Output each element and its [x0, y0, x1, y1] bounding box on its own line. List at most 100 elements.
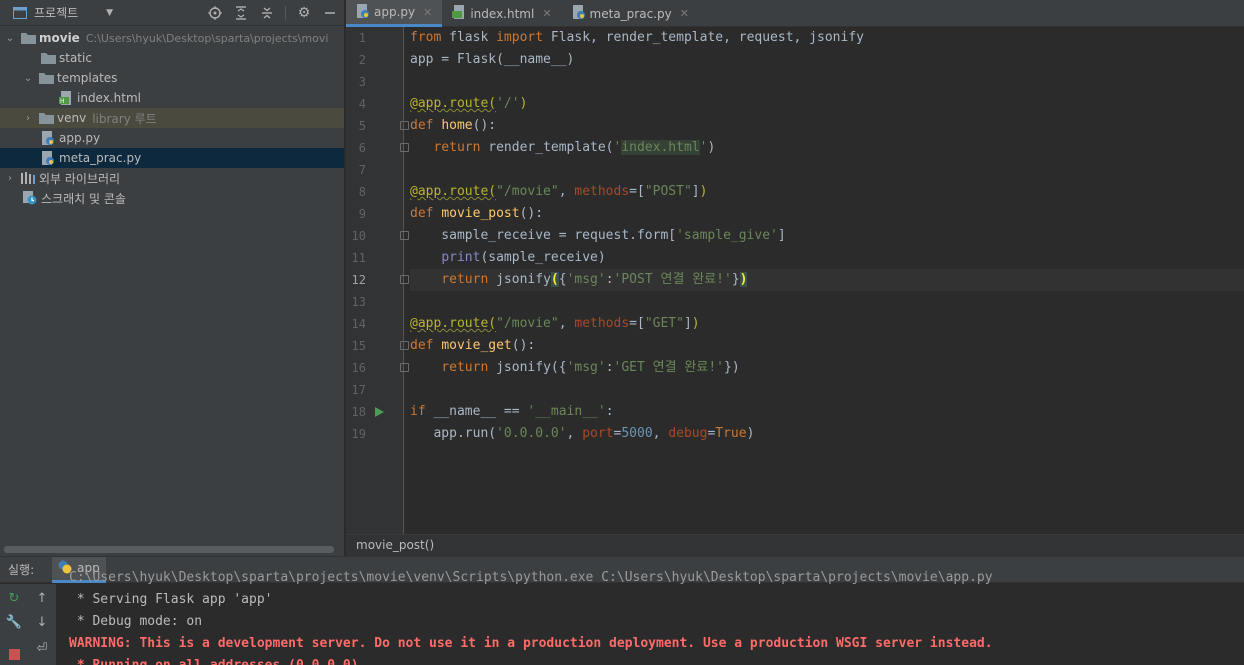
tree-item-movie[interactable]: ⌄ movie C:\Users\hyuk\Desktop\sparta\pro… [0, 28, 344, 48]
code-editor[interactable]: 1 2 3 4 5 6 7 8 9 10 11 12 13 14 15 16 17 18 19 from flask… [346, 27, 1244, 534]
code-line: @app.route('/') [410, 96, 528, 111]
tab-index-html[interactable]: index.html ✕ [442, 0, 561, 27]
code-line: def home(): [410, 118, 497, 133]
run-toolbar: ↻ ↑ 🔧 ↓ ⏎ [0, 584, 56, 665]
run-panel: 실행: app ↻ ↑ 🔧 ↓ ⏎ C:\Users\hyuk\Desktop\… [0, 556, 1244, 665]
rerun-icon[interactable]: ↻ [6, 590, 22, 606]
line-number: 9 [358, 207, 366, 221]
code-line: app.run('0.0.0.0', port=5000, debug=True… [410, 426, 755, 441]
code-line: if __name__ == '__main__': [410, 404, 614, 419]
line-number: 17 [351, 383, 366, 397]
code-line: return jsonify({'msg':'GET 연결 완료!'}) [441, 360, 740, 375]
collapse-all-icon[interactable] [259, 5, 275, 21]
line-number: 11 [351, 251, 366, 265]
scratch-icon [22, 190, 38, 206]
venv-library-label: library 루트 [92, 111, 157, 126]
folder-icon [40, 50, 56, 66]
expand-all-icon[interactable] [233, 5, 249, 21]
project-panel-title[interactable]: 프로젝트 [34, 4, 78, 21]
line-number: 5 [358, 119, 366, 133]
arrow-up-icon[interactable]: ↑ [34, 590, 50, 606]
fold-icon[interactable] [400, 275, 409, 284]
tree-item-external-libraries[interactable]: › 외부 라이브러리 [0, 168, 344, 188]
tree-item-app-py[interactable]: app.py [0, 128, 344, 148]
folder-icon [38, 110, 54, 126]
console-line: * Debug mode: on [69, 614, 203, 629]
tab-app-py[interactable]: app.py ✕ [346, 0, 443, 27]
line-number: 13 [351, 295, 366, 309]
tree-item-index-html[interactable]: H index.html [0, 88, 344, 108]
code-line: def movie_get(): [410, 338, 536, 353]
line-number: 7 [358, 163, 366, 177]
fold-icon[interactable] [400, 121, 409, 130]
soft-wrap-icon[interactable]: ⏎ [34, 640, 50, 656]
line-number: 19 [351, 427, 366, 441]
line-number: 2 [358, 53, 366, 67]
code-line: sample_receive = request.form['sample_gi… [410, 228, 786, 243]
run-line-icon[interactable] [375, 407, 384, 417]
project-window-icon [12, 5, 28, 21]
line-number: 15 [351, 339, 366, 353]
console-line: * Serving Flask app 'app' [69, 592, 273, 607]
tree-item-venv[interactable]: › venv library 루트 [0, 108, 344, 128]
project-tree: ⌄ movie C:\Users\hyuk\Desktop\sparta\pro… [0, 28, 344, 208]
line-number: 16 [351, 361, 366, 375]
code-line: def movie_post(): [410, 206, 544, 221]
html-file-icon: H [58, 90, 74, 106]
close-icon[interactable]: ✕ [423, 6, 432, 19]
horizontal-scrollbar[interactable] [4, 546, 334, 553]
locate-icon[interactable] [207, 5, 223, 21]
html-file-icon [452, 5, 466, 22]
fold-icon[interactable] [400, 341, 409, 350]
line-number: 1 [358, 31, 366, 45]
tab-meta-prac-py[interactable]: meta_prac.py ✕ [562, 0, 699, 27]
code-line: from flask import Flask, render_template… [410, 30, 864, 45]
chevron-down-icon[interactable]: ⌄ [22, 73, 34, 84]
breadcrumb[interactable]: movie_post() [346, 534, 1244, 556]
code-line: @app.route("/movie", methods=["GET"]) [410, 316, 700, 331]
line-gutter: 1 2 3 4 5 6 7 8 9 10 11 12 13 14 15 16 17 18 19 [346, 27, 404, 534]
arrow-down-icon[interactable]: ↓ [34, 614, 50, 630]
tree-item-meta-prac-py[interactable]: meta_prac.py [0, 148, 344, 168]
svg-text:H: H [60, 98, 65, 105]
close-icon[interactable]: ✕ [680, 7, 689, 20]
console-output[interactable]: C:\Users\hyuk\Desktop\sparta\projects\mo… [69, 570, 1244, 665]
chevron-right-icon[interactable]: › [22, 113, 34, 124]
chevron-right-icon[interactable]: › [4, 173, 16, 184]
fold-icon[interactable] [400, 231, 409, 240]
tree-item-templates[interactable]: ⌄ templates [0, 68, 344, 88]
project-panel-header: 프로젝트 ▼ ⚙ [0, 0, 344, 26]
code-line: @app.route("/movie", methods=["POST"]) [410, 184, 708, 199]
chevron-down-icon[interactable]: ▼ [106, 8, 113, 18]
line-number: 10 [351, 229, 366, 243]
line-number: 12 [351, 273, 366, 287]
chevron-down-icon[interactable]: ⌄ [4, 33, 16, 44]
python-file-icon [40, 150, 56, 166]
code-line-current: return jsonify({'msg':'POST 연결 완료!'}) [410, 269, 1244, 291]
close-icon[interactable]: ✕ [542, 7, 551, 20]
python-file-icon [572, 5, 586, 22]
minimize-icon[interactable] [322, 5, 338, 21]
code-line: return render_template('index.html') [433, 140, 716, 155]
line-number: 6 [358, 141, 366, 155]
code-line: app = Flask(__name__) [410, 52, 575, 67]
tree-item-scratches[interactable]: 스크래치 및 콘솔 [0, 188, 344, 208]
gear-icon[interactable]: ⚙ [296, 5, 312, 21]
folder-icon [20, 30, 36, 46]
line-number: 14 [351, 317, 366, 331]
wrench-icon[interactable]: 🔧 [6, 614, 22, 630]
python-file-icon [40, 130, 56, 146]
project-path: C:\Users\hyuk\Desktop\sparta\projects\mo… [85, 31, 329, 45]
console-warning-line: WARNING: This is a development server. D… [69, 636, 993, 651]
tree-item-static[interactable]: static [0, 48, 344, 68]
stop-icon[interactable] [6, 646, 22, 662]
project-panel: 프로젝트 ▼ ⚙ ⌄ movie C:\Users\hyuk\Desktop\s… [0, 0, 345, 556]
line-number: 8 [358, 185, 366, 199]
console-line: C:\Users\hyuk\Desktop\sparta\projects\mo… [69, 570, 993, 585]
folder-icon [38, 70, 54, 86]
fold-icon[interactable] [400, 143, 409, 152]
line-number: 4 [358, 97, 366, 111]
fold-icon[interactable] [400, 363, 409, 372]
library-icon [20, 170, 36, 186]
editor-tabs: app.py ✕ index.html ✕ meta_prac.py ✕ [346, 0, 1244, 27]
